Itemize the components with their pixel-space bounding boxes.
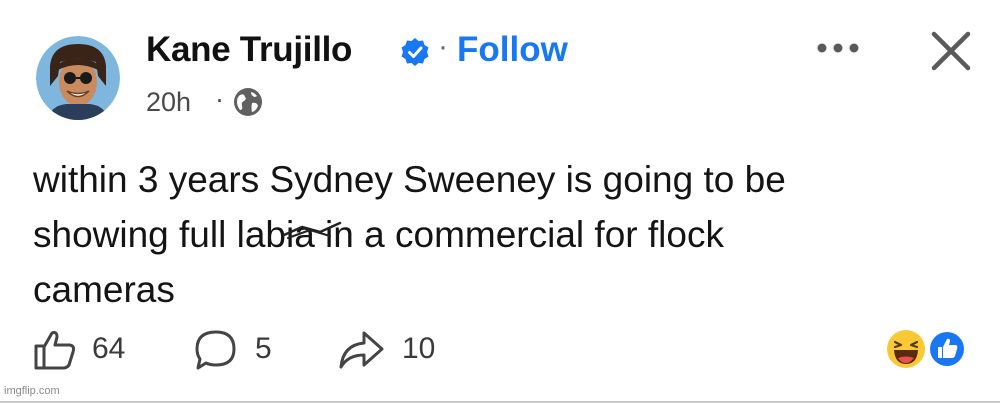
post-timestamp[interactable]: 20h xyxy=(146,87,191,118)
reaction-icons[interactable] xyxy=(886,327,968,371)
comment-count: 5 xyxy=(255,332,272,365)
post-text: within 3 years Sydney Sweeney is going t… xyxy=(33,159,786,310)
header-separator: · xyxy=(438,30,448,63)
follow-button[interactable]: Follow xyxy=(457,30,568,70)
author-name[interactable]: Kane Trujillo xyxy=(146,30,352,70)
like-count: 64 xyxy=(92,332,126,365)
share-arrow-icon xyxy=(339,331,384,369)
share-count: 10 xyxy=(402,332,436,365)
close-icon[interactable] xyxy=(926,26,976,76)
verified-badge-icon xyxy=(401,38,429,66)
watermark: imgflip.com xyxy=(4,385,60,397)
comment-button[interactable]: 5 xyxy=(192,328,292,372)
more-options-icon[interactable] xyxy=(810,30,866,70)
like-icon xyxy=(928,330,966,368)
like-button[interactable]: 64 xyxy=(32,328,152,372)
globe-icon xyxy=(234,88,262,116)
thumbs-up-icon xyxy=(34,331,76,370)
comment-bubble-icon xyxy=(195,330,236,370)
timestamp-separator: · xyxy=(215,84,224,114)
laughing-emoji-icon xyxy=(887,330,925,368)
avatar[interactable] xyxy=(36,36,120,120)
facebook-post: Kane Trujillo · Follow 20h · within 3 ye… xyxy=(0,0,1000,403)
share-button[interactable]: 10 xyxy=(336,328,456,372)
